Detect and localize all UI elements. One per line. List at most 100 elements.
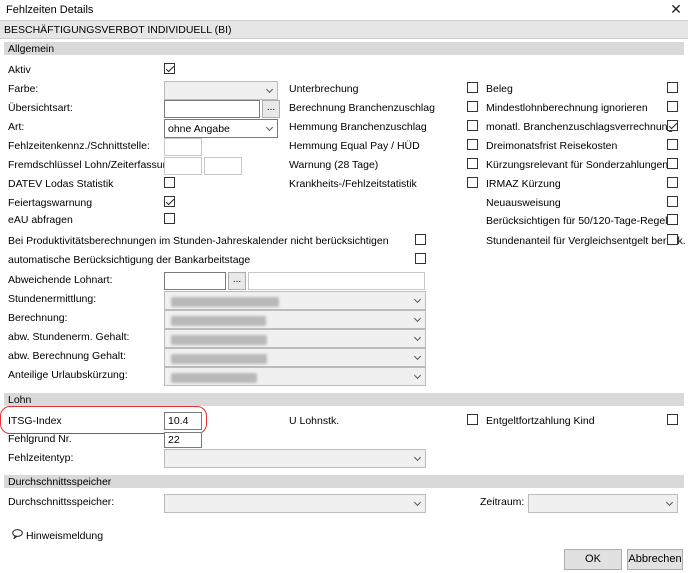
farbe-label: Farbe: (8, 83, 39, 95)
datev-checkbox[interactable] (164, 177, 175, 188)
durchschnittsspeicher-dropdown[interactable] (164, 494, 426, 513)
neuausweisung-checkbox[interactable] (667, 196, 678, 207)
ok-button[interactable]: OK (564, 549, 622, 570)
abbrechen-button[interactable]: Abbrechen (627, 549, 683, 570)
hemmung-equal-pay-checkbox[interactable] (467, 139, 478, 150)
tage-regel-label: Berücksichtigen für 50/120-Tage-Regel (486, 215, 668, 227)
chevron-down-icon (665, 498, 674, 507)
section-lohn (4, 393, 684, 406)
chevron-down-icon (413, 371, 422, 380)
feiertag-checkbox[interactable] (164, 196, 175, 207)
kuerzungsrelevant-label: Kürzungsrelevant für Sonderzahlungen (486, 159, 669, 171)
fehlzeitentyp-dropdown[interactable] (164, 449, 426, 468)
window-title: Fehlzeiten Details (6, 4, 94, 16)
mindestlohn-checkbox[interactable] (667, 101, 678, 112)
annotation-highlight (0, 406, 207, 434)
stundenermittlung-label: Stundenermittlung: (8, 293, 97, 305)
urlaub-dropdown[interactable] (164, 367, 426, 386)
abweichende-lohnart-label: Abweichende Lohnart: (8, 274, 113, 286)
close-icon[interactable]: ✕ (668, 1, 684, 17)
chevron-down-icon (413, 314, 422, 323)
dreimonatsfrist-label: Dreimonatsfrist Reisekosten (486, 140, 618, 152)
art-value: ohne Angabe (168, 123, 230, 135)
redacted-value (171, 354, 267, 364)
abweichende-lohnart-input[interactable] (164, 272, 226, 290)
berechnung-branchenzuschlag-checkbox[interactable] (467, 101, 478, 112)
hemmung-branchenzuschlag-checkbox[interactable] (467, 120, 478, 131)
abw-berechnung-label: abw. Berechnung Gehalt: (8, 350, 126, 362)
beleg-label: Beleg (486, 83, 513, 95)
neuausweisung-label: Neuausweisung (486, 197, 561, 209)
chevron-down-icon (413, 295, 422, 304)
redacted-value (171, 297, 279, 307)
section-allgemein-label: Allgemein (8, 43, 55, 55)
bankarbeitstage-checkbox[interactable] (415, 253, 426, 264)
berechnung-dropdown[interactable] (164, 310, 426, 329)
krankheitsstatistik-checkbox[interactable] (467, 177, 478, 188)
irmaz-label: IRMAZ Kürzung (486, 178, 561, 190)
fehlzeitenkennz-label: Fehlzeitenkennz./Schnittstelle: (8, 140, 150, 152)
stundenanteil-label: Stundenanteil für Vergleichsentgelt berü… (486, 235, 686, 247)
aktiv-label: Aktiv (8, 64, 31, 76)
durchschnittsspeicher-label: Durchschnittsspeicher: (8, 496, 115, 508)
chevron-down-icon (413, 352, 422, 361)
mindestlohn-label: Mindestlohnberechnung ignorieren (486, 102, 648, 114)
hinweismeldung-link[interactable]: Hinweismeldung (26, 530, 103, 542)
tage-regel-checkbox[interactable] (667, 214, 678, 225)
monatl-branchenzuschlag-checkbox[interactable] (667, 120, 678, 131)
dreimonatsfrist-checkbox[interactable] (667, 139, 678, 150)
stundenanteil-checkbox[interactable] (667, 234, 678, 245)
stundenermittlung-dropdown[interactable] (164, 291, 426, 310)
abw-stundenerm-dropdown[interactable] (164, 329, 426, 348)
zeitraum-label: Zeitraum: (480, 496, 525, 508)
bankarbeitstage-label: automatische Berücksichtigung der Bankar… (8, 254, 251, 266)
fremdschluessel-zeit-input[interactable] (204, 157, 242, 175)
aktiv-checkbox[interactable] (164, 63, 175, 74)
speech-bubble-icon (12, 529, 23, 539)
chevron-down-icon (413, 333, 422, 342)
krankheitsstatistik-label: Krankheits-/Fehlzeitstatistik (289, 178, 417, 190)
fehlgrund-input[interactable]: 22 (164, 432, 202, 448)
farbe-dropdown[interactable] (164, 81, 278, 100)
monatl-branchenzuschlag-label: monatl. Branchenzuschlagsverrechnung (486, 121, 674, 133)
fehlzeitenkennz-input[interactable] (164, 138, 202, 156)
urlaub-label: Anteilige Urlaubskürzung: (8, 369, 128, 381)
kuerzungsrelevant-checkbox[interactable] (667, 158, 678, 169)
redacted-value (171, 373, 257, 383)
art-label: Art: (8, 121, 25, 133)
abw-berechnung-dropdown[interactable] (164, 348, 426, 367)
section-allgemein (4, 42, 684, 55)
art-dropdown[interactable]: ohne Angabe (164, 119, 278, 138)
u-lohnstk-checkbox[interactable] (467, 414, 478, 425)
irmaz-checkbox[interactable] (667, 177, 678, 188)
hemmung-equal-pay-label: Hemmung Equal Pay / HÜD (289, 140, 420, 152)
fremdschluessel-lohn-input[interactable] (164, 157, 202, 175)
abweichende-lohnart-description (248, 272, 425, 290)
feiertag-label: Feiertagswarnung (8, 197, 93, 209)
uebersichtsart-browse-button[interactable]: ... (262, 100, 280, 118)
uebersichtsart-label: Übersichtsart: (8, 102, 73, 114)
abweichende-lohnart-browse-button[interactable]: ... (228, 272, 246, 290)
chevron-down-icon (265, 85, 274, 94)
produktiv-label: Bei Produktivitätsberechnungen im Stunde… (8, 235, 389, 247)
section-durchschnitt-label: Durchschnittsspeicher (8, 476, 112, 488)
entgeltfortzahlung-checkbox[interactable] (667, 414, 678, 425)
uebersichtsart-input[interactable] (164, 100, 260, 118)
zeitraum-dropdown[interactable] (528, 494, 678, 513)
unterbrechung-checkbox[interactable] (467, 82, 478, 93)
fehlgrund-label: Fehlgrund Nr. (8, 433, 72, 445)
section-lohn-label: Lohn (8, 394, 32, 406)
chevron-down-icon (265, 123, 274, 132)
redacted-value (171, 316, 266, 326)
u-lohnstk-label: U Lohnstk. (289, 415, 340, 427)
hemmung-branchenzuschlag-label: Hemmung Branchenzuschlag (289, 121, 427, 133)
produktiv-checkbox[interactable] (415, 234, 426, 245)
title-bar (0, 0, 688, 20)
eau-checkbox[interactable] (164, 213, 175, 224)
datev-label: DATEV Lodas Statistik (8, 178, 114, 190)
eau-label: eAU abfragen (8, 214, 73, 226)
chevron-down-icon (413, 453, 422, 462)
berechnung-branchenzuschlag-label: Berechnung Branchenzuschlag (289, 102, 435, 114)
warnung-28-tage-checkbox[interactable] (467, 158, 478, 169)
beleg-checkbox[interactable] (667, 82, 678, 93)
